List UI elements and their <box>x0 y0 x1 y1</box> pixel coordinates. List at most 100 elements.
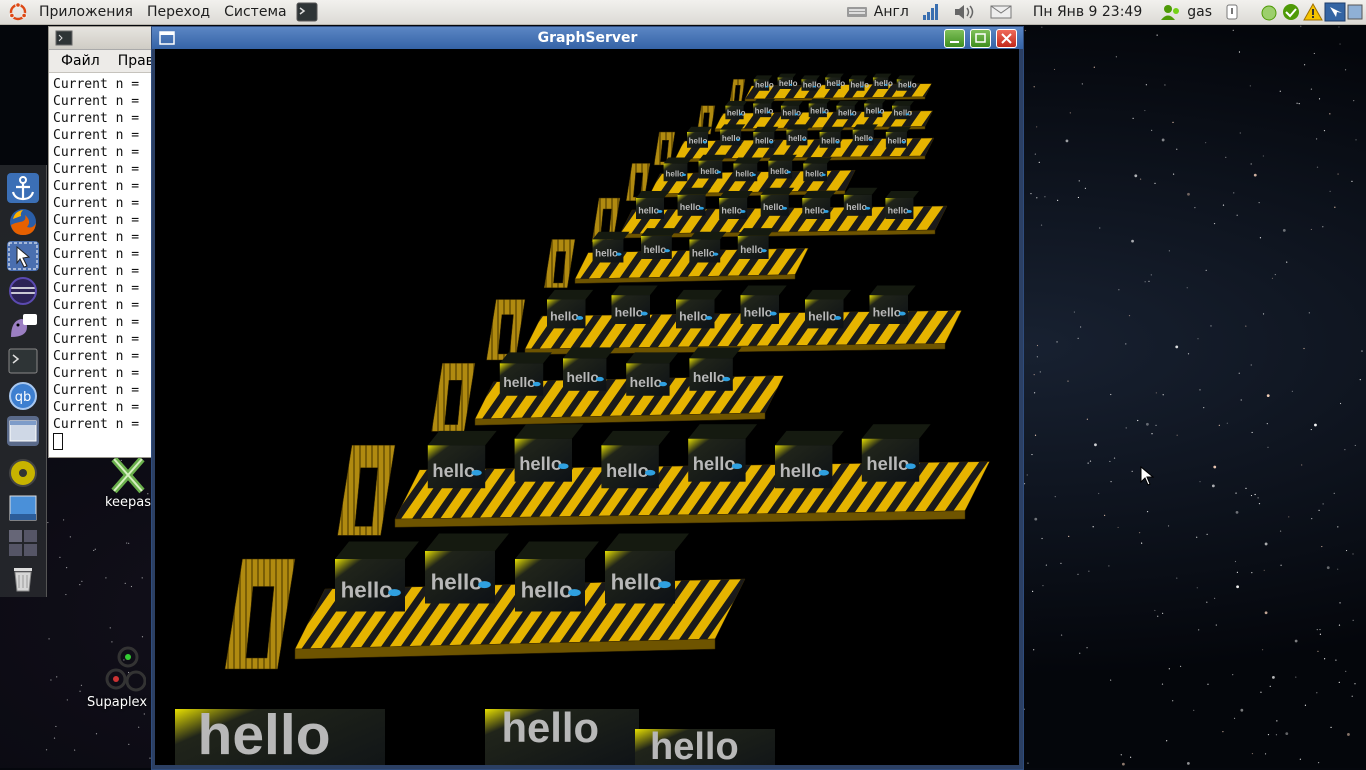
dock-eclipse[interactable] <box>7 276 39 306</box>
terminal-menu-edit[interactable]: Прав <box>106 53 153 69</box>
star <box>1150 274 1152 276</box>
terminal-output[interactable]: Current n = Current n = Current n = Current… <box>49 73 153 450</box>
star <box>1205 269 1207 271</box>
user-menu[interactable]: gas <box>1154 0 1218 24</box>
dock-show-desktop[interactable] <box>7 493 39 523</box>
star <box>79 584 81 586</box>
graphserver-3d-viewport[interactable]: hello hello hello hello hello hello hello hello… <box>155 49 1019 765</box>
dock: qb <box>0 165 47 597</box>
star <box>1104 514 1106 517</box>
star <box>1351 695 1353 697</box>
star <box>1262 313 1265 315</box>
hello-cube: hello <box>175 703 385 765</box>
terminal-launcher-icon[interactable] <box>296 2 318 22</box>
star <box>1269 685 1271 687</box>
star <box>1233 717 1236 719</box>
star <box>1145 84 1147 86</box>
star <box>1026 474 1028 476</box>
cube-label: hello <box>827 79 846 88</box>
cube-top <box>819 126 845 132</box>
cube-top <box>720 124 746 130</box>
star <box>1207 683 1209 685</box>
star <box>94 548 96 550</box>
cube-top <box>777 73 797 78</box>
dock-pidgin[interactable] <box>7 311 39 341</box>
anchor-icon <box>11 176 35 201</box>
star <box>1288 516 1290 518</box>
cube-label: hello <box>874 79 893 88</box>
hello-cube: hello <box>777 73 798 89</box>
cube-dot <box>860 85 864 88</box>
star <box>1115 56 1117 58</box>
supaplex-icon <box>105 646 146 692</box>
dock-trash[interactable] <box>7 563 39 593</box>
mail-indicator[interactable] <box>983 0 1019 24</box>
cube-label: hello <box>779 79 798 88</box>
pidgin-icon[interactable] <box>1258 2 1280 22</box>
keyboard-layout[interactable]: Англ <box>840 0 915 24</box>
star <box>1203 406 1205 409</box>
minimize-button[interactable] <box>944 29 965 48</box>
network-signal-icon <box>922 4 938 20</box>
dock-qbittorrent[interactable]: qb <box>7 381 39 411</box>
cube-top <box>641 228 678 236</box>
star <box>1318 98 1321 100</box>
terminal-titlebar[interactable] <box>49 27 153 50</box>
star <box>74 749 76 751</box>
cube-dot <box>698 206 704 210</box>
desktop-icon-keepass[interactable]: keepas <box>98 455 158 510</box>
checkmark-icon[interactable] <box>1280 2 1302 22</box>
cube-top <box>601 430 671 446</box>
cube-dot <box>716 170 721 174</box>
cube-dot <box>884 84 888 86</box>
graphserver-window[interactable]: GraphServer hello hello hello hello hello hel… <box>151 26 1024 770</box>
cube-top <box>427 430 497 446</box>
hello-cube: hello <box>836 101 859 120</box>
cube-top <box>737 228 775 236</box>
cube-dot <box>908 85 912 88</box>
star <box>1260 691 1262 693</box>
graphserver-titlebar[interactable]: GraphServer <box>152 27 1023 49</box>
star <box>1310 428 1312 431</box>
network-indicator[interactable] <box>915 0 947 24</box>
cube-top <box>836 101 859 106</box>
star <box>1316 629 1318 631</box>
cube-label: hello <box>805 169 824 178</box>
cube-label: hello <box>898 81 917 90</box>
dock-terminal[interactable] <box>7 346 39 376</box>
terminal-window[interactable]: Файл Прав Current n = Current n = Current … <box>48 26 154 458</box>
dock-window[interactable] <box>7 416 39 446</box>
eclipse-icon <box>9 277 37 305</box>
star <box>1205 142 1207 144</box>
dock-firefox[interactable] <box>7 207 39 237</box>
star <box>138 726 140 728</box>
star <box>1193 709 1195 711</box>
cube-label: hello <box>893 109 912 118</box>
session-indicator[interactable] <box>1218 0 1246 24</box>
cube-dot <box>765 85 769 88</box>
screenshot-tool-icon[interactable] <box>1324 2 1346 22</box>
cube-dot <box>868 138 873 141</box>
cube-label: hello <box>198 703 331 765</box>
star <box>1094 443 1097 447</box>
warning-icon[interactable] <box>1302 2 1324 22</box>
menu-system[interactable]: Система <box>217 0 293 24</box>
dock-screenshot-tool[interactable] <box>7 241 39 271</box>
volume-indicator[interactable] <box>947 0 983 24</box>
hello-cube: hello <box>753 75 774 91</box>
dock-workspace-switcher[interactable] <box>7 528 39 558</box>
dock-anchor[interactable] <box>7 173 39 203</box>
maximize-button[interactable] <box>970 29 991 48</box>
dock-media-disc[interactable] <box>7 458 39 488</box>
tray-app-icon[interactable] <box>1346 2 1364 22</box>
star <box>1339 402 1342 405</box>
chat-bird-icon <box>11 314 37 337</box>
ubuntu-logo-icon[interactable] <box>8 2 28 22</box>
star <box>1069 112 1071 114</box>
star <box>1311 517 1313 520</box>
menu-places[interactable]: Переход <box>140 0 217 24</box>
clock[interactable]: Пн Янв 9 23:49 <box>1019 0 1154 24</box>
close-button[interactable] <box>996 29 1017 48</box>
menu-applications[interactable]: Приложения <box>32 0 140 24</box>
terminal-menu-file[interactable]: Файл <box>49 53 106 69</box>
